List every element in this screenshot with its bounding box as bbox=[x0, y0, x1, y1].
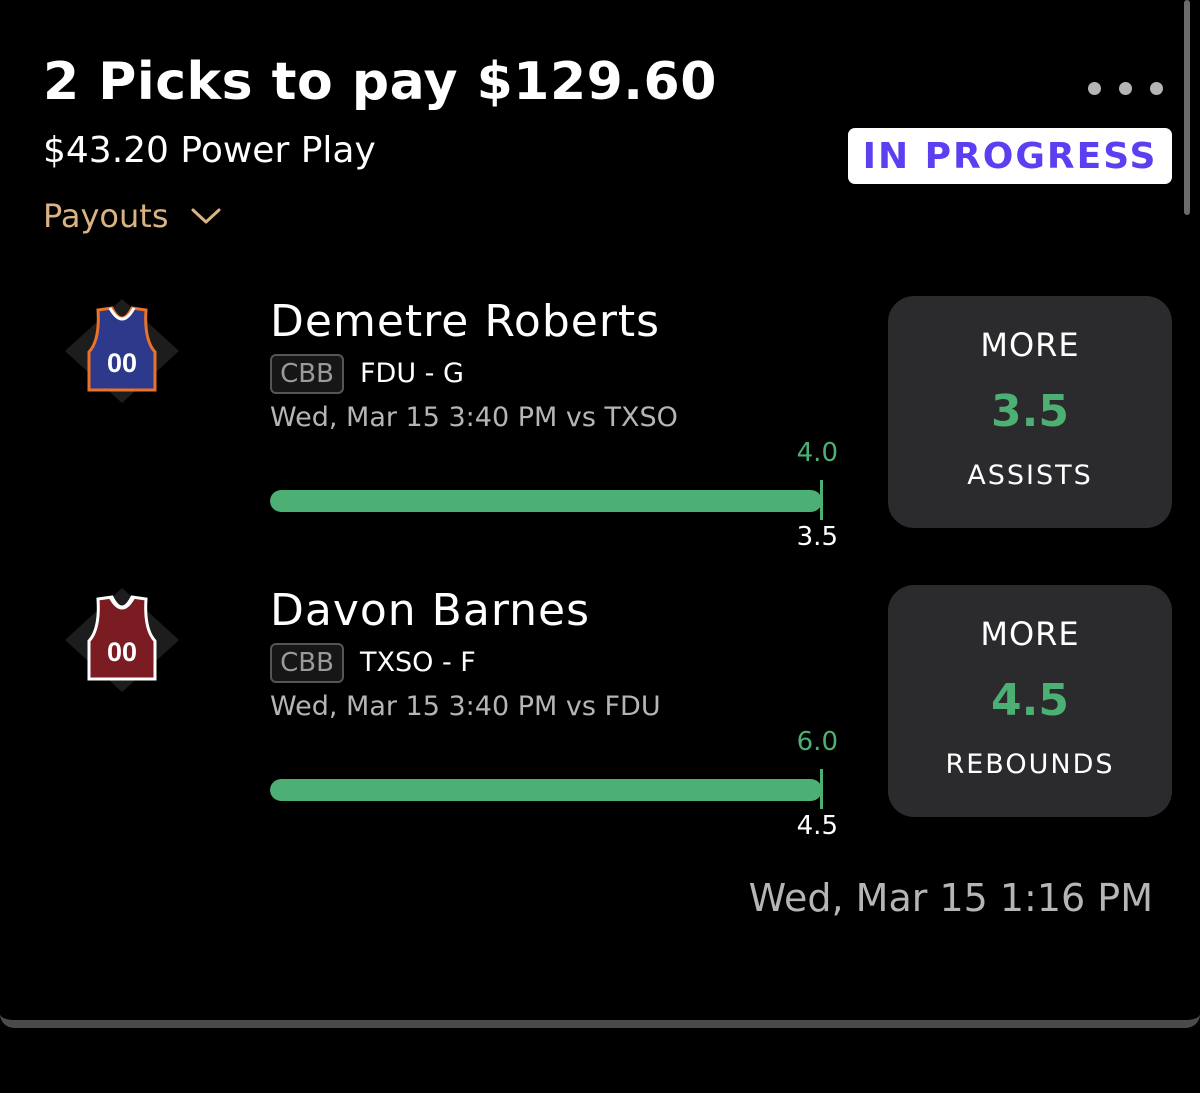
team-position: TXSO - F bbox=[360, 647, 476, 678]
jersey-icon: 00 bbox=[62, 296, 182, 406]
player-name: Demetre Roberts bbox=[270, 296, 661, 347]
pick-direction: MORE bbox=[980, 326, 1080, 364]
line-marker bbox=[820, 480, 823, 520]
chevron-down-icon bbox=[191, 208, 221, 224]
pick-row: 00 Davon Barnes CBB TXSO - F Wed, Mar 15… bbox=[0, 585, 1200, 845]
stat-type: ASSISTS bbox=[967, 460, 1093, 491]
current-stat-value: 6.0 bbox=[796, 727, 838, 757]
game-time: Wed, Mar 15 3:40 PM vs FDU bbox=[270, 691, 661, 722]
status-badge: IN PROGRESS bbox=[848, 128, 1172, 184]
pick-direction: MORE bbox=[980, 615, 1080, 653]
progress-fill bbox=[270, 779, 822, 801]
team-position: FDU - G bbox=[360, 358, 464, 389]
line-value-label: 3.5 bbox=[796, 522, 838, 552]
projection-card[interactable]: MORE 3.5 ASSISTS bbox=[888, 296, 1172, 528]
svg-text:00: 00 bbox=[107, 348, 137, 378]
current-stat-value: 4.0 bbox=[796, 438, 838, 468]
entry-timestamp: Wed, Mar 15 1:16 PM bbox=[748, 876, 1153, 920]
progress-bar bbox=[270, 779, 822, 801]
projection-line: 3.5 bbox=[991, 386, 1069, 437]
projection-card[interactable]: MORE 4.5 REBOUNDS bbox=[888, 585, 1172, 817]
projection-line: 4.5 bbox=[991, 675, 1069, 726]
jersey-icon: 00 bbox=[62, 585, 182, 695]
entry-card: 2 Picks to pay $129.60 $43.20 Power Play… bbox=[0, 0, 1200, 1028]
stat-type: REBOUNDS bbox=[945, 749, 1115, 780]
game-time: Wed, Mar 15 3:40 PM vs TXSO bbox=[270, 402, 678, 433]
entry-subtitle: $43.20 Power Play bbox=[43, 130, 376, 171]
player-name: Davon Barnes bbox=[270, 585, 591, 636]
progress-fill bbox=[270, 490, 822, 512]
league-badge: CBB bbox=[270, 643, 344, 683]
line-value-label: 4.5 bbox=[796, 811, 838, 841]
scrollbar[interactable] bbox=[1184, 0, 1190, 215]
pick-row: 00 Demetre Roberts CBB FDU - G Wed, Mar … bbox=[0, 296, 1200, 556]
payouts-label: Payouts bbox=[43, 197, 169, 235]
line-marker bbox=[820, 769, 823, 809]
svg-text:00: 00 bbox=[107, 637, 137, 667]
more-horizontal-icon[interactable] bbox=[1088, 82, 1163, 95]
payouts-toggle[interactable]: Payouts bbox=[43, 197, 222, 235]
progress-bar bbox=[270, 490, 822, 512]
entry-title: 2 Picks to pay $129.60 bbox=[43, 52, 717, 112]
league-badge: CBB bbox=[270, 354, 344, 394]
